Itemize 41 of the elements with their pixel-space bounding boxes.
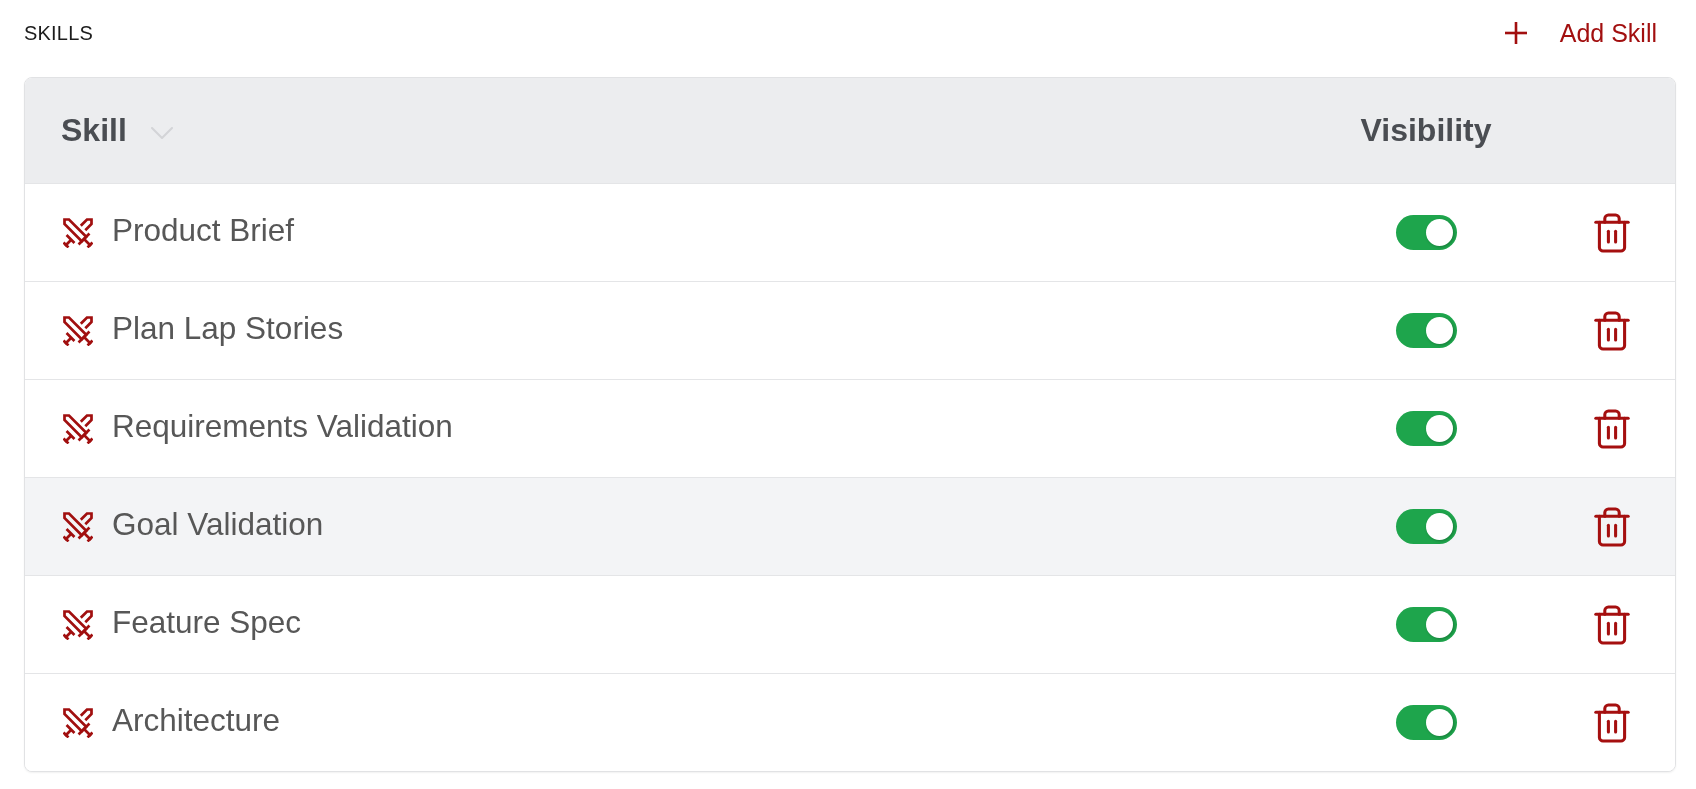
delete-button[interactable] [1594,310,1630,351]
delete-button[interactable] [1594,506,1630,547]
visibility-toggle[interactable] [1395,509,1457,544]
section-title: SKILLS [24,21,94,45]
trash-icon [1594,310,1630,351]
skill-name: Architecture [112,702,281,739]
trash-icon [1594,212,1630,253]
table-row[interactable]: Architecture [25,673,1675,771]
table-row[interactable]: Plan Lap Stories [25,281,1675,379]
delete-button[interactable] [1594,212,1630,253]
skill-name: Feature Spec [112,604,302,641]
delete-button[interactable] [1594,408,1630,449]
crossed-swords-icon [63,609,93,640]
table-row[interactable]: Goal Validation [25,477,1675,575]
trash-icon [1594,604,1630,645]
skill-name: Requirements Validation [112,408,453,445]
skill-name: Product Brief [112,212,295,249]
table-row[interactable]: Requirements Validation [25,379,1675,477]
skill-name: Goal Validation [112,506,324,543]
crossed-swords-icon [63,511,93,542]
delete-button[interactable] [1594,702,1630,743]
delete-button[interactable] [1594,604,1630,645]
table-row[interactable]: Feature Spec [25,575,1675,673]
column-header: Visibility [1360,112,1492,149]
table-row[interactable]: Product Brief [25,183,1675,281]
crossed-swords-icon [63,315,93,346]
trash-icon [1594,408,1630,449]
visibility-toggle[interactable] [1395,607,1457,642]
add-skill-button[interactable]: Add Skill [1503,14,1657,52]
trash-icon [1594,702,1630,743]
crossed-swords-icon [63,707,93,738]
visibility-toggle[interactable] [1395,411,1457,446]
visibility-toggle[interactable] [1395,313,1457,348]
visibility-toggle[interactable] [1395,705,1457,740]
visibility-toggle[interactable] [1395,215,1457,250]
trash-icon [1594,506,1630,547]
column-header: Skill [61,112,127,149]
plus-icon [1503,21,1528,45]
crossed-swords-icon [63,217,93,248]
crossed-swords-icon [63,413,93,444]
skill-name: Plan Lap Stories [112,310,344,347]
